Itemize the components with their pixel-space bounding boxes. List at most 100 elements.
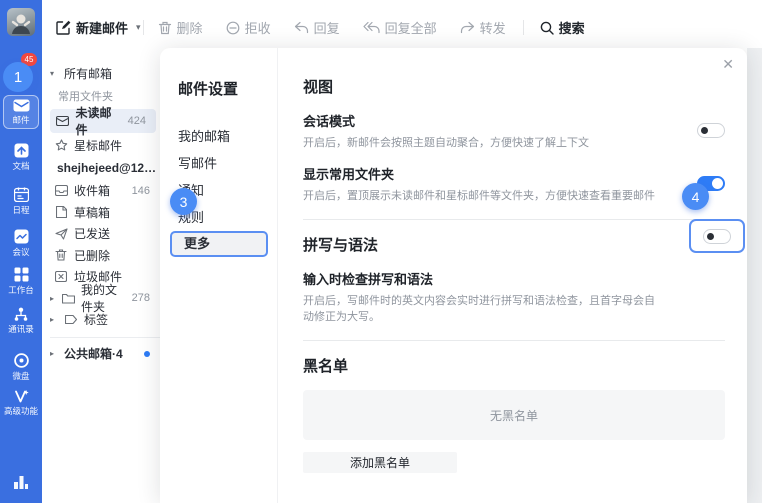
section-title-spelling: 拼写与语法 <box>303 234 725 255</box>
caret-right-icon[interactable]: ▸ <box>50 294 56 303</box>
advanced-icon <box>14 390 29 403</box>
folder-public-mailbox[interactable]: ▸ 公共邮箱·4 <box>42 342 160 366</box>
chevron-down-icon[interactable]: ▾ <box>136 22 141 33</box>
menu-item-more[interactable]: 更多 <box>170 231 268 257</box>
sidebar-item-drive[interactable]: 微盘 <box>3 353 39 382</box>
section-title-blacklist: 黑名单 <box>303 355 725 376</box>
spellcheck-toggle[interactable] <box>703 229 731 244</box>
menu-item-compose[interactable]: 写邮件 <box>178 150 277 177</box>
draft-icon <box>54 206 68 218</box>
forward-button[interactable]: 转发 <box>460 18 506 37</box>
caret-down-icon[interactable]: ▾ <box>50 69 58 78</box>
delete-button[interactable]: 删除 <box>158 18 203 37</box>
conversation-mode-toggle[interactable] <box>697 123 725 138</box>
caret-right-icon[interactable]: ▸ <box>50 349 58 358</box>
trash-icon <box>158 21 172 35</box>
folder-label: 所有邮箱 <box>64 65 112 82</box>
folder-all-mailboxes[interactable]: ▾ 所有邮箱 <box>42 61 160 85</box>
sidebar-item-label: 会议 <box>12 246 29 258</box>
add-blacklist-button[interactable]: 添加黑名单 <box>303 452 457 473</box>
setting-label: 会话模式 <box>303 111 589 130</box>
folder-label: 标签 <box>84 311 108 328</box>
folder-inbox[interactable]: 收件箱 146 <box>42 180 160 202</box>
person-photo-icon <box>7 8 35 36</box>
reply-label: 回复 <box>314 18 340 37</box>
mail-open-icon <box>56 115 69 126</box>
setting-row-spellcheck: 输入时检查拼写和语法 开启后，写邮件时的英文内容会实时进行拼写和语法检查，且首字… <box>303 269 725 324</box>
forward-label: 转发 <box>480 18 506 37</box>
compose-icon <box>56 20 71 35</box>
sidebar-item-mail[interactable]: 邮件 <box>3 95 39 129</box>
setting-row-conversation-mode: 会话模式 开启后，新邮件会按照主题自动聚合，方便快速了解上下文 <box>303 111 725 150</box>
section-divider <box>303 340 725 341</box>
avatar[interactable] <box>7 8 35 36</box>
close-icon[interactable]: ✕ <box>722 56 734 73</box>
folder-label: 我的文件夹 <box>81 281 126 315</box>
mail-settings-modal: 邮件设置 我的邮箱 写邮件 通知 规则 更多 ✕ 视图 会话模式 开启后，新邮件… <box>160 48 747 503</box>
block-button[interactable]: 拒收 <box>226 18 271 37</box>
sidebar-item-meeting[interactable]: 会议 <box>3 229 39 258</box>
folder-unread[interactable]: 未读邮件 424 <box>50 109 156 133</box>
caret-right-icon[interactable]: ▸ <box>50 315 58 324</box>
folder-label: 未读邮件 <box>75 104 121 138</box>
folder-divider <box>50 337 160 338</box>
reply-all-icon <box>363 21 380 34</box>
notification-dot <box>144 351 150 357</box>
contacts-icon <box>13 307 29 321</box>
docs-icon <box>14 143 29 158</box>
sidebar-item-calendar[interactable]: 日程 <box>3 187 39 216</box>
sidebar-item-label: 工作台 <box>8 284 34 296</box>
account-address[interactable]: shejhejeed@123.zr... <box>42 156 160 180</box>
sidebar-item-label: 通讯录 <box>8 323 34 335</box>
step-badge-1: 1 <box>3 62 33 92</box>
setting-label: 显示常用文件夹 <box>303 164 655 183</box>
step-badge-4: 4 <box>682 183 709 210</box>
content-background <box>747 48 762 503</box>
reply-button[interactable]: 回复 <box>294 18 340 37</box>
forward-icon <box>460 21 475 34</box>
block-icon <box>226 21 240 35</box>
toolbar-divider <box>523 20 524 35</box>
tag-icon <box>64 314 78 325</box>
folder-label: 草稿箱 <box>74 204 110 221</box>
folder-sent[interactable]: 已发送 <box>42 223 160 245</box>
stats-icon[interactable] <box>12 475 29 495</box>
setting-desc: 开启后，写邮件时的英文内容会实时进行拼写和语法检查，且首字母会自动修正为大写。 <box>303 292 663 324</box>
folder-tags[interactable]: ▸ 标签 <box>42 309 160 331</box>
folder-drafts[interactable]: 草稿箱 <box>42 202 160 224</box>
setting-label: 输入时检查拼写和语法 <box>303 269 663 288</box>
folder-starred[interactable]: 星标邮件 <box>42 135 160 157</box>
junk-icon <box>54 271 68 282</box>
sidebar-item-contacts[interactable]: 通讯录 <box>3 307 39 335</box>
folder-label: 已发送 <box>74 225 110 242</box>
compose-label: 新建邮件 <box>76 18 128 37</box>
block-label: 拒收 <box>245 18 271 37</box>
folder-my-folders[interactable]: ▸ 我的文件夹 278 <box>42 288 160 310</box>
folder-label: 星标邮件 <box>74 137 122 154</box>
inbox-icon <box>54 185 68 196</box>
settings-menu: 邮件设置 我的邮箱 写邮件 通知 规则 更多 <box>160 48 278 503</box>
calendar-icon <box>14 187 29 202</box>
sidebar-item-workbench[interactable]: 工作台 <box>3 267 39 296</box>
sidebar-item-advanced[interactable]: 高级功能 <box>3 390 39 417</box>
folder-label: 已删除 <box>74 247 110 264</box>
reply-icon <box>294 21 309 34</box>
sidebar-item-docs[interactable]: 文档 <box>3 143 39 172</box>
menu-item-my-mailbox[interactable]: 我的邮箱 <box>178 123 277 150</box>
setting-row-common-folders: 显示常用文件夹 开启后，置顶展示未读邮件和星标邮件等文件夹，方便快速查看重要邮件 <box>303 164 725 203</box>
search-button[interactable]: 搜索 <box>540 18 585 37</box>
folder-deleted[interactable]: 已删除 <box>42 245 160 267</box>
mail-icon <box>13 99 30 112</box>
folder-count: 278 <box>132 292 150 304</box>
folder-label: 收件箱 <box>74 182 110 199</box>
setting-desc: 开启后，置顶展示未读邮件和星标邮件等文件夹，方便快速查看重要邮件 <box>303 187 655 203</box>
folder-label: 公共邮箱·4 <box>64 345 123 362</box>
folder-count: 424 <box>128 115 146 127</box>
reply-all-button[interactable]: 回复全部 <box>363 18 437 37</box>
sidebar-item-label: 邮件 <box>12 114 29 126</box>
compose-button[interactable]: 新建邮件 ▾ <box>56 18 141 37</box>
spellcheck-toggle-highlight <box>689 219 745 253</box>
sidebar-item-label: 微盘 <box>12 370 29 382</box>
trash-icon <box>54 249 68 261</box>
mail-app: 45 邮件 文档 日程 <box>0 0 762 503</box>
